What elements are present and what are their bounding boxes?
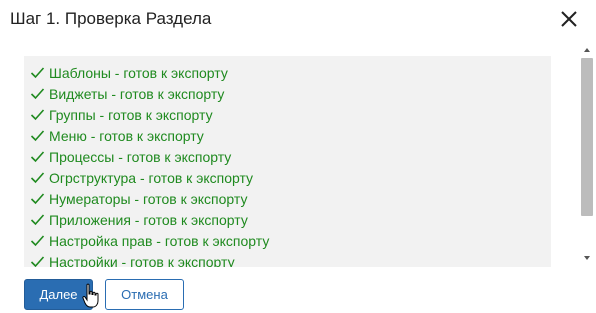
check-icon xyxy=(30,256,45,267)
list-item: Огрструктура - готов к экспорту xyxy=(30,167,253,188)
list-item-label: Процессы - готов к экспорту xyxy=(49,148,232,165)
list-item-label: Огрструктура - готов к экспорту xyxy=(49,169,254,186)
scroll-down-icon[interactable] xyxy=(583,254,591,262)
list-item-label: Шаблоны - готов к экспорту xyxy=(49,64,228,81)
list-item: Приложения - готов к экспорту xyxy=(30,209,248,230)
list-item: Виджеты - готов к экспорту xyxy=(30,83,224,104)
check-icon xyxy=(30,172,45,184)
dialog-title: Шаг 1. Проверка Раздела xyxy=(10,9,212,28)
check-icon xyxy=(30,109,45,121)
list-item: Процессы - готов к экспорту xyxy=(30,146,231,167)
list-item: Нумераторы - готов к экспорту xyxy=(30,188,247,209)
list-item-label: Виджеты - готов к экспорту xyxy=(49,85,225,102)
close-icon[interactable] xyxy=(558,8,580,30)
check-icon xyxy=(30,193,45,205)
list-item: Настройка прав - готов к экспорту xyxy=(30,230,269,251)
check-list: Шаблоны - готов к экспорту Виджеты - гот… xyxy=(24,56,551,267)
check-icon xyxy=(30,130,45,142)
check-icon xyxy=(30,214,45,226)
list-item: Группы - готов к экспорту xyxy=(30,104,213,125)
list-scrollbar[interactable] xyxy=(580,44,594,266)
scroll-up-icon[interactable] xyxy=(583,46,591,54)
list-item-label: Группы - готов к экспорту xyxy=(49,106,213,123)
list-item: Меню - готов к экспорту xyxy=(30,125,204,146)
list-item-label: Меню - готов к экспорту xyxy=(49,127,204,144)
check-icon xyxy=(30,88,45,100)
list-item-label: Нумераторы - готов к экспорту xyxy=(49,190,248,207)
list-item-label: Настройки - готов к экспорту xyxy=(49,253,235,268)
check-icon xyxy=(30,67,45,79)
check-icon xyxy=(30,151,45,163)
cancel-button[interactable]: Отмена xyxy=(105,279,184,310)
list-item: Шаблоны - готов к экспорту xyxy=(30,62,228,83)
list-item: Настройки - готов к экспорту xyxy=(30,251,235,267)
export-dialog: Шаг 1. Проверка Раздела Шаблоны - готов … xyxy=(0,0,596,313)
hand-cursor-icon xyxy=(82,283,99,308)
check-icon xyxy=(30,235,45,247)
list-item-label: Настройка прав - готов к экспорту xyxy=(49,232,270,249)
list-item-label: Приложения - готов к экспорту xyxy=(49,211,248,228)
scroll-thumb[interactable] xyxy=(581,58,593,216)
